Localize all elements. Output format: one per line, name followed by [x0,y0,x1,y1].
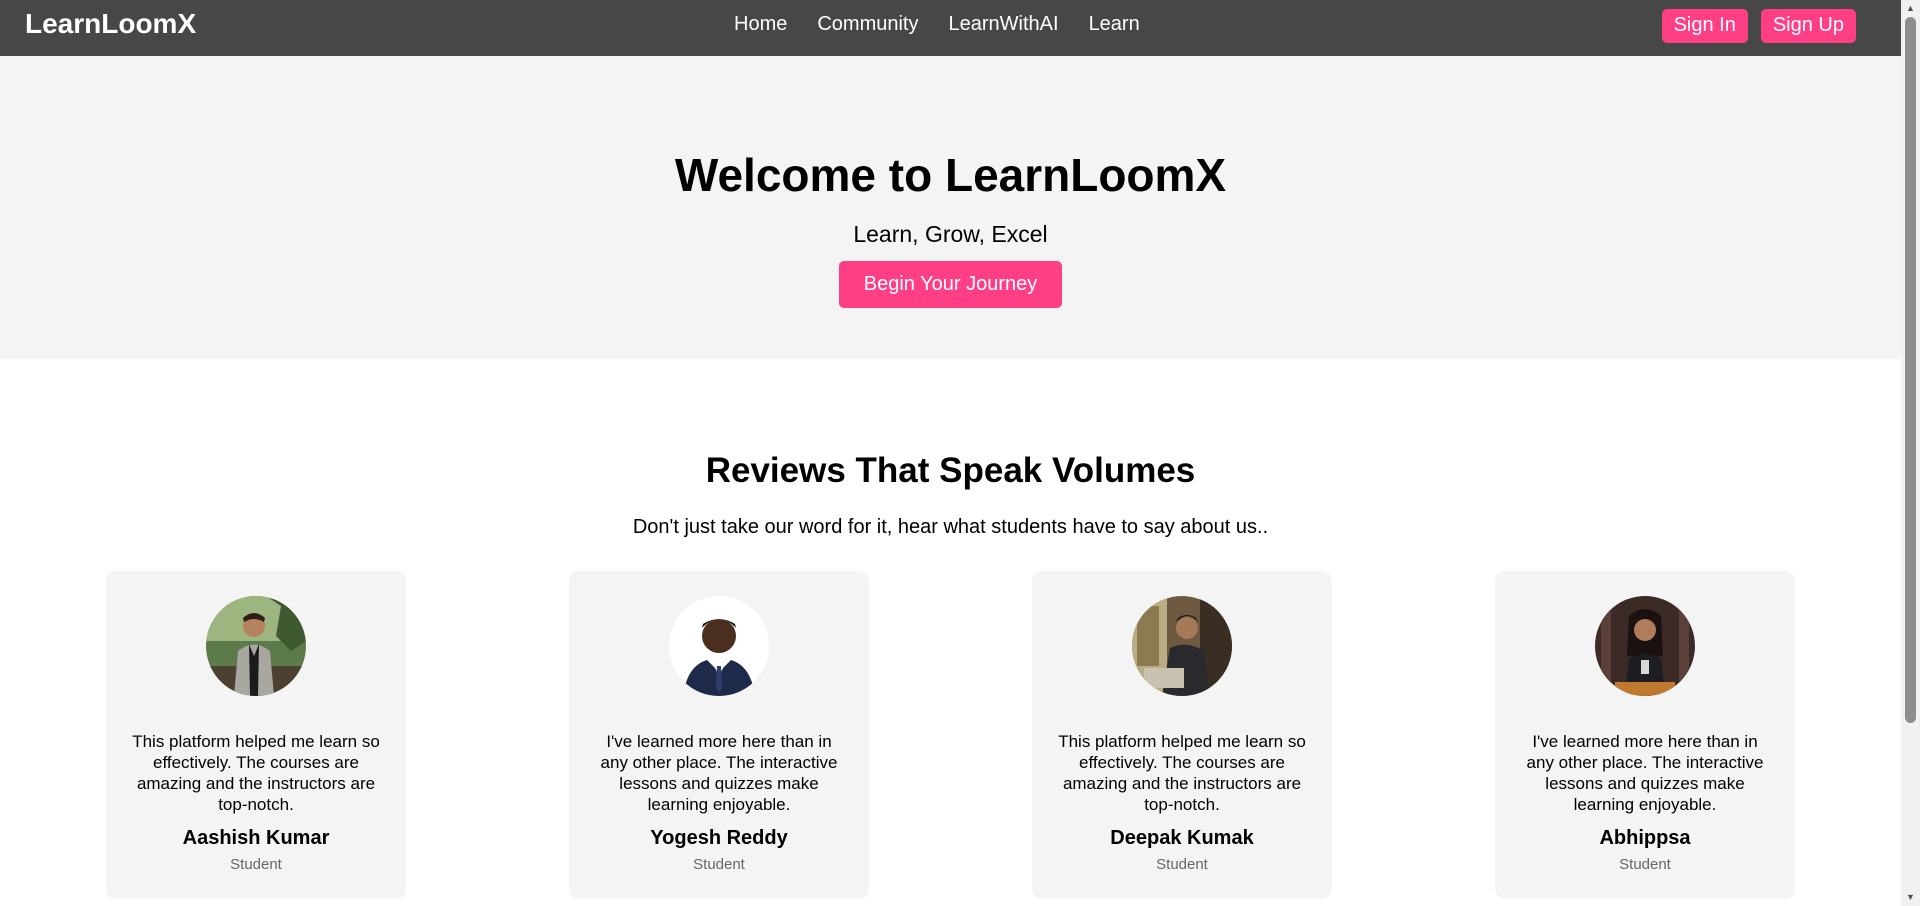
vertical-scrollbar[interactable]: ▲ ▼ [1901,0,1920,906]
nav-link-learnwithai[interactable]: LearnWithAI [949,13,1059,36]
reviews-title: Reviews That Speak Volumes [705,451,1196,490]
review-quote: This platform helped me learn so effecti… [1058,732,1306,814]
avatar [1595,596,1695,696]
reviewer-name: Deepak Kumak [1110,827,1254,849]
auth-buttons: Sign In Sign Up [1661,9,1856,43]
nav-link-home[interactable]: Home [734,13,787,36]
avatar [206,596,306,696]
brand-logo[interactable]: LearnLoomX [25,8,196,40]
hero-section: Welcome to LearnLoomX Learn, Grow, Excel… [0,56,1901,359]
reviewer-role: Student [1156,856,1208,873]
nav-links: Home Community LearnWithAI Learn [734,13,1140,36]
review-card: I've learned more here than in any other… [569,571,869,899]
review-quote: I've learned more here than in any other… [600,732,838,814]
reviewer-role: Student [1619,856,1671,873]
review-quote: I've learned more here than in any other… [1526,732,1764,814]
reviewer-role: Student [693,856,745,873]
review-quote: This platform helped me learn so effecti… [132,732,380,814]
page: LearnLoomX Home Community LearnWithAI Le… [0,0,1901,906]
sign-up-button[interactable]: Sign Up [1760,9,1856,43]
scroll-down-arrow-icon[interactable]: ▼ [1901,889,1920,906]
sign-in-button[interactable]: Sign In [1661,9,1748,43]
reviews-subtitle: Don't just take our word for it, hear wh… [632,516,1269,538]
reviewer-name: Yogesh Reddy [650,827,788,849]
avatar [1132,596,1232,696]
navbar: LearnLoomX Home Community LearnWithAI Le… [0,0,1901,56]
hero-title: Welcome to LearnLoomX [674,149,1227,201]
review-card: This platform helped me learn so effecti… [106,571,406,899]
review-card: I've learned more here than in any other… [1495,571,1795,899]
scroll-up-arrow-icon[interactable]: ▲ [1901,0,1920,17]
nav-link-learn[interactable]: Learn [1089,13,1140,36]
reviewer-name: Abhippsa [1599,827,1691,849]
scrollbar-thumb[interactable] [1905,17,1916,723]
reviewer-name: Aashish Kumar [182,827,330,849]
hero-subtitle: Learn, Grow, Excel [853,221,1048,247]
nav-link-community[interactable]: Community [817,13,918,36]
review-card: This platform helped me learn so effecti… [1032,571,1332,899]
begin-journey-button[interactable]: Begin Your Journey [839,261,1062,308]
avatar [669,596,769,696]
reviewer-role: Student [230,856,282,873]
